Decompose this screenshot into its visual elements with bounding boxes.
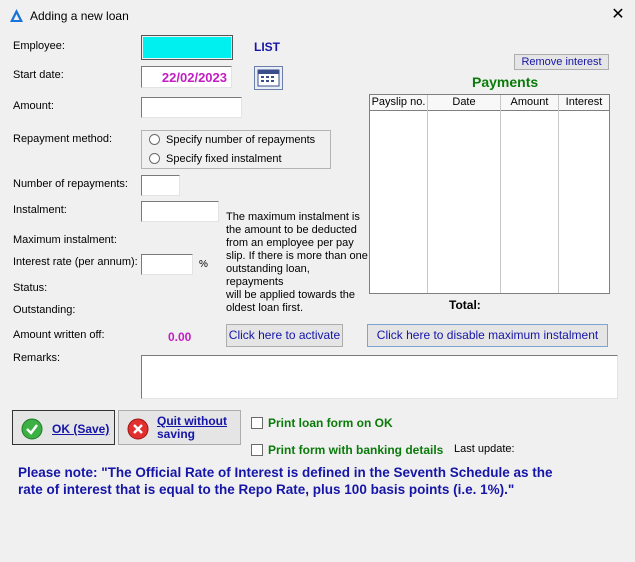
checkmark-icon [21, 418, 43, 440]
ok-save-button[interactable]: OK (Save) [12, 410, 115, 445]
interest-rate-label: Interest rate (per annum): [13, 256, 138, 268]
repayment-method-label: Repayment method: [13, 133, 113, 145]
instalment-field[interactable] [141, 201, 219, 222]
outstanding-label: Outstanding: [13, 304, 76, 316]
employee-label: Employee: [13, 40, 65, 52]
number-of-repayments-field[interactable] [141, 175, 180, 196]
radio-number-label[interactable]: Specify number of repayments [166, 134, 315, 146]
print-banking-details-checkbox[interactable] [251, 444, 263, 456]
col-line [428, 95, 501, 293]
status-label: Status: [13, 282, 48, 294]
remove-interest-button[interactable]: Remove interest [514, 54, 609, 70]
amount-written-off-label: Amount written off: [13, 329, 105, 341]
percent-sign: % [199, 259, 208, 270]
interest-rate-field[interactable] [141, 254, 193, 275]
payments-table[interactable]: Payslip no. Date Amount Interest [369, 94, 610, 294]
radio-fixed-label[interactable]: Specify fixed instalment [166, 153, 282, 165]
remarks-field[interactable] [141, 355, 618, 399]
amount-label: Amount: [13, 100, 54, 112]
start-date-label: Start date: [13, 69, 64, 81]
cancel-icon [127, 418, 149, 440]
start-date-field[interactable]: 22/02/2023 [141, 66, 232, 88]
disable-max-instalment-button[interactable]: Click here to disable maximum instalment [367, 324, 608, 347]
employee-field[interactable] [143, 37, 231, 58]
calendar-icon[interactable] [254, 66, 283, 90]
print-loan-form-label[interactable]: Print loan form on OK [268, 416, 393, 430]
max-instalment-note: The maximum instalment is the amount to … [226, 211, 368, 314]
print-loan-form-checkbox[interactable] [251, 417, 263, 429]
amount-written-off-value: 0.00 [168, 330, 192, 344]
activate-button[interactable]: Click here to activate [226, 324, 343, 347]
ok-save-label: OK (Save) [52, 422, 110, 436]
app-logo-icon [10, 9, 23, 22]
amount-field[interactable] [141, 97, 242, 118]
print-banking-details-label[interactable]: Print form with banking details [268, 443, 443, 457]
employee-field-frame [141, 35, 233, 60]
instalment-label: Instalment: [13, 204, 67, 216]
radio-fixed-instalment[interactable] [149, 153, 160, 164]
total-label: Total: [449, 298, 481, 312]
col-line [370, 95, 428, 293]
list-link[interactable]: LIST [254, 40, 280, 54]
window-title: Adding a new loan [30, 9, 129, 23]
last-update-label: Last update: [454, 443, 515, 455]
close-icon[interactable]: ✕ [607, 4, 629, 26]
payments-title: Payments [472, 74, 539, 90]
number-of-repayments-label: Number of repayments: [13, 178, 128, 190]
start-date-value: 22/02/2023 [161, 70, 227, 85]
quit-label: Quit without saving [157, 414, 227, 441]
col-line [501, 95, 559, 293]
quit-without-saving-button[interactable]: Quit without saving [118, 410, 241, 445]
remarks-label: Remarks: [13, 352, 61, 364]
radio-number-of-repayments[interactable] [149, 134, 160, 145]
official-rate-notice: Please note: "The Official Rate of Inter… [18, 465, 553, 497]
col-interest[interactable]: Interest [559, 95, 609, 111]
max-instalment-label: Maximum instalment: [13, 234, 117, 246]
